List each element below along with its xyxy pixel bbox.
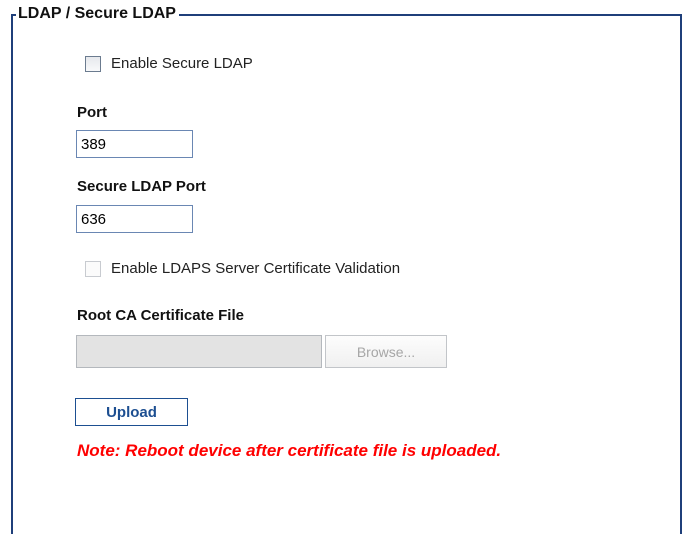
port-label: Port — [77, 104, 107, 121]
ldaps-validation-checkbox[interactable] — [85, 260, 101, 277]
root-ca-file-input[interactable] — [76, 335, 322, 368]
ldaps-validation-label: Enable LDAPS Server Certificate Validati… — [111, 260, 401, 277]
secure-ldap-port-input[interactable] — [76, 205, 193, 233]
ldaps-validation-row: Enable LDAPS Server Certificate Validati… — [85, 260, 400, 277]
upload-button[interactable]: Upload — [75, 398, 188, 426]
reboot-note: Note: Reboot device after certificate fi… — [77, 441, 502, 460]
enable-secure-ldap-label: Enable Secure LDAP — [111, 55, 253, 72]
browse-button[interactable]: Browse... — [325, 335, 447, 368]
enable-secure-ldap-row: Enable Secure LDAP — [85, 55, 253, 72]
enable-secure-ldap-checkbox[interactable] — [85, 55, 101, 72]
secure-ldap-port-label: Secure LDAP Port — [77, 178, 206, 195]
port-input[interactable] — [76, 130, 193, 158]
section-title: LDAP / Secure LDAP — [16, 4, 179, 24]
root-ca-label: Root CA Certificate File — [77, 307, 244, 324]
